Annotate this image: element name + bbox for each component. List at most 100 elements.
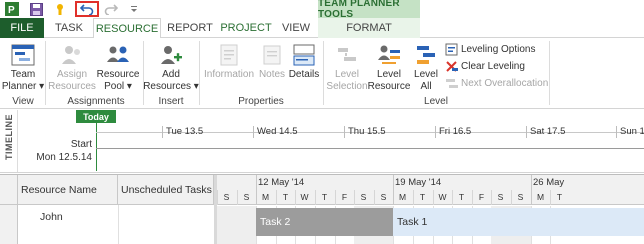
day-label: S — [223, 192, 230, 202]
tab-format[interactable]: FORMAT — [318, 18, 420, 38]
group-label-insert: Insert — [158, 96, 184, 107]
details-icon — [289, 41, 319, 69]
tab-report[interactable]: REPORT — [162, 18, 218, 38]
timeline-bar — [96, 148, 644, 149]
today-marker: Today — [76, 110, 116, 123]
day-label: W — [300, 192, 309, 202]
row-header[interactable] — [0, 205, 18, 244]
tab-project[interactable]: PROJECT — [218, 18, 274, 38]
day-label: S — [497, 192, 504, 202]
week-label: 19 May '14 — [395, 177, 442, 188]
team-planner-grid: Resource Name Unscheduled Tasks John S S M… — [0, 174, 644, 244]
add-resources-button[interactable]: Add Resources ▾ — [143, 41, 199, 93]
clear-leveling-label: Clear Leveling — [461, 61, 525, 72]
level-resource-label-2: Resource — [367, 81, 411, 92]
information-button[interactable]: Information — [202, 41, 256, 81]
level-all-button[interactable]: Level All — [410, 41, 442, 93]
week-divider — [393, 175, 394, 205]
assign-resources-label-1: Assign — [56, 69, 87, 80]
resource-name-cell[interactable]: John — [40, 211, 63, 223]
group-label-level: Level — [424, 96, 448, 107]
leveling-options-button[interactable]: Leveling Options — [444, 42, 536, 57]
timeline-tick: Sat 17.5 — [526, 126, 565, 138]
details-button[interactable]: Details — [288, 41, 320, 81]
group-label-properties: Properties — [238, 96, 284, 107]
timeline-tick: Tue 13.5 — [162, 126, 203, 138]
level-resource-button[interactable]: Level Resource — [368, 41, 410, 93]
week-divider — [256, 175, 257, 205]
add-resources-label-2: Resources ▾ — [143, 81, 199, 92]
team-planner-icon — [8, 41, 38, 69]
clear-leveling-icon — [444, 60, 458, 74]
resource-rows: John — [0, 205, 214, 244]
undo-button[interactable] — [75, 1, 99, 17]
tab-task[interactable]: TASK — [46, 18, 92, 38]
assign-resources-icon — [57, 41, 87, 69]
next-overallocation-icon — [444, 77, 458, 91]
next-overallocation-label: Next Overallocation — [461, 78, 549, 89]
group-separator — [199, 41, 200, 105]
day-label: M — [261, 192, 270, 202]
level-selection-button[interactable]: Level Selection — [326, 41, 368, 93]
day-label: S — [243, 192, 250, 202]
team-planner-label-1: Team — [10, 69, 36, 80]
assign-resources-button[interactable]: Assign Resources — [48, 41, 96, 93]
team-planner-button[interactable]: Team Planner ▾ — [1, 41, 45, 93]
day-label: S — [360, 192, 367, 202]
resource-pool-button[interactable]: Resource Pool ▾ — [96, 41, 140, 93]
customize-qat-icon[interactable] — [128, 1, 140, 17]
redo-icon[interactable] — [103, 1, 119, 17]
day-label: M — [398, 192, 407, 202]
day-label: S — [380, 192, 387, 202]
week-label: 26 May — [533, 177, 565, 188]
select-all-corner[interactable] — [0, 175, 18, 205]
timeline-tick: Thu 15.5 — [344, 126, 386, 138]
task-bar-task-2[interactable]: Task 2 — [256, 208, 393, 236]
day-label: F — [341, 192, 348, 202]
group-separator — [323, 41, 324, 105]
task-bar-task-1[interactable]: Task 1 — [393, 208, 644, 236]
notes-label: Notes — [258, 69, 286, 80]
group-label-view: View — [12, 96, 34, 107]
day-label: M — [536, 192, 545, 202]
team-planner-label-2: Planner ▾ — [1, 81, 45, 92]
timeline-label: TIMELINE — [4, 114, 14, 160]
weekend-shade — [237, 206, 257, 244]
day-label: T — [556, 192, 563, 202]
column-header-resource-name[interactable]: Resource Name — [18, 175, 118, 205]
tab-file[interactable]: FILE — [0, 18, 44, 38]
group-separator — [549, 41, 550, 105]
project-app-icon[interactable]: P — [4, 1, 20, 17]
day-label: F — [478, 192, 485, 202]
level-all-icon — [411, 41, 441, 69]
timeline-start-date: Mon 12.5.14 — [36, 152, 92, 163]
timeline-tick: Fri 16.5 — [435, 126, 471, 138]
clear-leveling-button[interactable]: Clear Leveling — [444, 59, 525, 74]
week-label: 12 May '14 — [258, 177, 305, 188]
gantt-area[interactable]: Task 2 Task 1 — [217, 206, 644, 244]
week-divider — [531, 175, 532, 205]
day-label: T — [321, 192, 328, 202]
column-header-unscheduled-tasks[interactable]: Unscheduled Tasks — [118, 175, 214, 205]
add-resources-label-1: Add — [162, 69, 180, 80]
tab-view[interactable]: VIEW — [274, 18, 318, 38]
ribbon-tabs: FILE TASK RESOURCE REPORT PROJECT VIEW F… — [0, 18, 644, 39]
day-label: S — [517, 192, 524, 202]
information-label: Information — [203, 69, 255, 80]
resource-pool-label-2: Pool ▾ — [104, 81, 132, 92]
touch-mode-icon[interactable] — [52, 1, 68, 17]
day-label: T — [458, 192, 465, 202]
title-bar: P TEAM PLANNER TOOLS — [0, 0, 644, 20]
day-label: W — [438, 192, 447, 202]
resource-pool-label-1: Resource — [96, 69, 140, 80]
timeline-tick: Sun 1 — [616, 126, 644, 138]
timeline-pane[interactable]: TIMELINE Today Tue 13.5 Wed 14.5 Thu 15.… — [0, 110, 644, 173]
save-icon[interactable] — [28, 1, 44, 17]
timeline-divider — [0, 172, 644, 173]
tab-resource[interactable]: RESOURCE — [93, 18, 161, 39]
level-resource-icon — [374, 41, 404, 69]
day-label: T — [419, 192, 426, 202]
next-overallocation-button[interactable]: Next Overallocation — [444, 76, 548, 91]
notes-button[interactable]: Notes — [257, 41, 287, 81]
timescale-header: S S M T W T F S S M T W T F S S M T 12 May '14 19 May '14 26… — [217, 175, 644, 205]
